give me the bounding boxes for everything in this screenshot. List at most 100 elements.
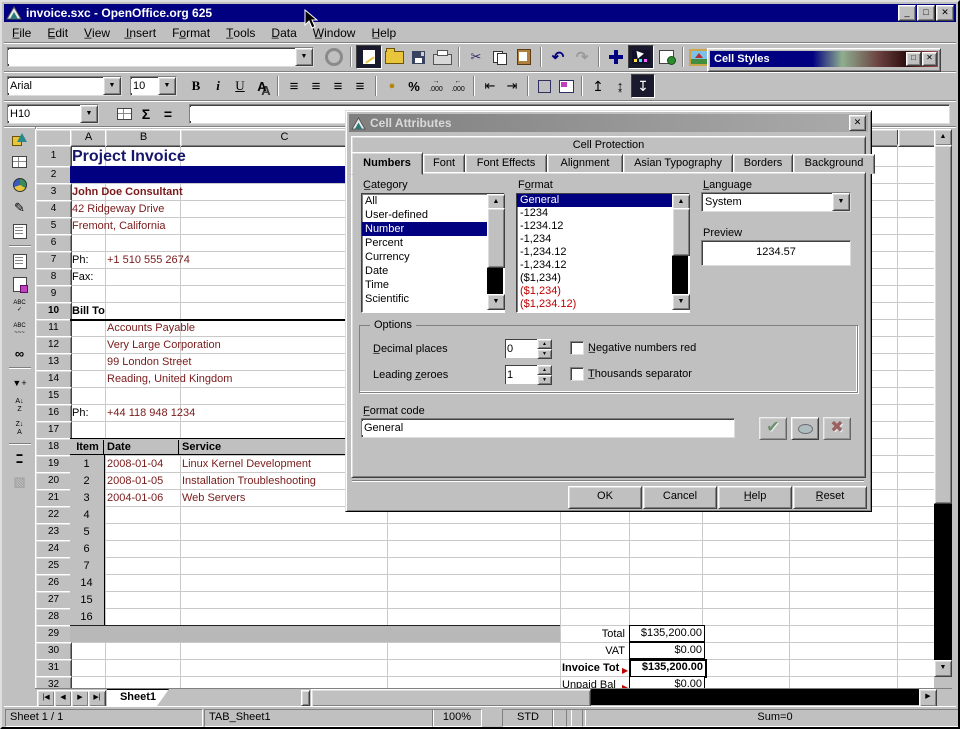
format-item-8[interactable]: ($1,234.12) [517, 298, 689, 311]
format-item-6[interactable]: ($1,234) [517, 272, 689, 285]
cell-client-line[interactable]: Very Large Corporation [107, 338, 221, 353]
title-bar[interactable]: invoice.sxc - OpenOffice.org 625 _ □ ✕ [4, 4, 956, 22]
close-button[interactable]: ✕ [936, 5, 954, 21]
item-number-cell[interactable]: 16 [70, 610, 103, 625]
spin-up-button[interactable]: ▲ [537, 339, 552, 349]
align-bottom-button[interactable]: ↧ [631, 74, 655, 98]
cell-client-line[interactable]: 99 London Street [107, 355, 191, 370]
center-vertical-button[interactable]: ↨ [609, 75, 631, 97]
scroll-thumb[interactable] [487, 208, 505, 268]
thousands-separator-checkbox[interactable] [570, 367, 584, 381]
font-name-dropdown-button[interactable]: ▼ [103, 77, 121, 95]
total-value-2[interactable]: $0.00 [629, 642, 705, 659]
tab-background[interactable]: Background [793, 154, 875, 174]
minimize-button[interactable]: _ [898, 5, 916, 21]
menu-view[interactable]: V̲iew [76, 24, 118, 42]
negative-numbers-red-checkbox[interactable] [570, 341, 584, 355]
reset-button[interactable]: R̲eset [793, 486, 867, 509]
increase-indent-button[interactable]: ⇥ [501, 75, 523, 97]
menu-window[interactable]: W̲indow [305, 24, 364, 42]
status-page-style[interactable]: TAB_Sheet1 [204, 709, 434, 727]
font-size-dropdown-button[interactable]: ▼ [158, 77, 176, 95]
tab-splitter-handle[interactable] [301, 690, 310, 706]
align-top-button[interactable]: ↥ [587, 75, 609, 97]
menu-edit[interactable]: E̲dit [39, 24, 76, 42]
total-label-1[interactable]: Total [465, 627, 625, 642]
category-item-percent[interactable]: Percent [362, 236, 504, 250]
column-header-partial-right[interactable] [898, 129, 934, 147]
scroll-thumb[interactable] [672, 208, 690, 256]
number-format-percent-button[interactable]: % [403, 75, 425, 97]
url-combobox[interactable]: ▼ [7, 47, 314, 67]
menu-insert[interactable]: I̲nsert [118, 24, 164, 42]
dialog-title-bar[interactable]: Cell Attributes ✕ [349, 114, 868, 132]
category-scrollbar[interactable]: ▲ ▼ [487, 194, 503, 310]
format-code-input[interactable] [362, 421, 734, 435]
gallery-button[interactable] [654, 46, 678, 68]
group-button[interactable]: ▬ ▬ [7, 448, 33, 470]
confirm-format-button[interactable]: ✔ [759, 417, 787, 440]
url-input[interactable] [8, 50, 295, 64]
cell-project-invoice[interactable]: Project Invoice [72, 147, 186, 166]
item-number-cell[interactable]: 3 [70, 491, 103, 506]
total-label-4[interactable]: Unpaid Bal [562, 678, 622, 688]
cell-client-line[interactable]: Accounts Payable [107, 321, 195, 336]
total-label-3[interactable]: Invoice Tot [562, 661, 622, 676]
spin-up-button[interactable]: ▲ [537, 365, 552, 375]
category-item-time[interactable]: Time [362, 278, 504, 292]
item-number-cell[interactable]: 4 [70, 508, 103, 523]
stop-loading-button[interactable] [322, 46, 346, 68]
menu-tools[interactable]: T̲ools [218, 24, 263, 42]
item-number-cell[interactable]: 14 [70, 576, 103, 591]
spin-down-button[interactable]: ▼ [537, 349, 552, 359]
font-size-input[interactable] [131, 79, 158, 93]
language-combobox[interactable]: System ▼ [701, 192, 851, 212]
function-button[interactable]: = [157, 103, 179, 125]
horizontal-scrollbar[interactable]: ▶ [311, 689, 935, 705]
align-justify-button[interactable]: ≡ [349, 75, 371, 97]
background-color-button[interactable] [555, 75, 577, 97]
cell-attributes-dialog[interactable]: Cell Attributes ✕ Cell Protection Number… [345, 110, 872, 512]
vertical-scroll-thumb[interactable] [934, 145, 952, 504]
sum-button[interactable]: Σ [135, 103, 157, 125]
item-number-cell[interactable]: 15 [70, 593, 103, 608]
category-listbox[interactable]: AllUser-definedNumberPercentCurrencyDate… [361, 193, 505, 313]
ok-button[interactable]: OK [568, 486, 642, 509]
comment-button[interactable] [791, 417, 819, 440]
item-service-cell[interactable]: Installation Troubleshooting [182, 474, 316, 489]
total-label-2[interactable]: VAT [465, 644, 625, 659]
function-wizard-button[interactable] [113, 103, 135, 125]
decimal-places-input[interactable] [505, 339, 537, 358]
last-sheet-button[interactable]: ▶| [88, 690, 106, 707]
font-name-input[interactable] [8, 79, 103, 93]
cell-reference-input[interactable] [8, 107, 80, 121]
language-dropdown-button[interactable]: ▼ [832, 193, 850, 211]
align-left-button[interactable]: ≡ [283, 75, 305, 97]
font-size-combobox[interactable]: ▼ [130, 76, 177, 96]
item-number-cell[interactable]: 5 [70, 525, 103, 540]
italic-button[interactable]: i [207, 75, 229, 97]
format-item-1[interactable]: -1234 [517, 207, 689, 220]
choose-themes-button[interactable] [7, 273, 33, 295]
format-item-7[interactable]: ($1,234) [517, 285, 689, 298]
cell-ph2-label[interactable]: Ph: [72, 406, 89, 421]
delete-decimal-button[interactable]: ← .000 [447, 75, 469, 97]
horizontal-scroll-thumb[interactable] [311, 689, 591, 707]
row-header-32[interactable]: 32 [35, 676, 72, 688]
status-zoom[interactable]: 100% [432, 709, 482, 727]
open-button[interactable] [382, 46, 406, 68]
format-item-3[interactable]: -1,234 [517, 233, 689, 246]
menu-file[interactable]: F̲ile [4, 24, 39, 42]
cell-consultant-name[interactable]: John Doe Consultant [72, 185, 183, 200]
undo-button[interactable]: ↶ [546, 46, 570, 68]
name-box-dropdown-button[interactable]: ▼ [80, 105, 98, 123]
leading-zeroes-spinner[interactable]: ▲▼ [505, 365, 552, 384]
tab-font[interactable]: Font [423, 154, 465, 174]
insert-chart-button[interactable] [7, 174, 33, 196]
sheet-tab-sheet1[interactable]: Sheet1 [107, 689, 169, 706]
print-button[interactable] [430, 46, 454, 68]
item-table-header-date[interactable]: Date [107, 440, 179, 455]
item-date-cell[interactable]: 2004-01-06 [107, 491, 163, 506]
underline-button[interactable]: U [229, 75, 251, 97]
format-listbox[interactable]: General-1234-1234.12-1,234-1,234.12-1,23… [516, 193, 690, 313]
